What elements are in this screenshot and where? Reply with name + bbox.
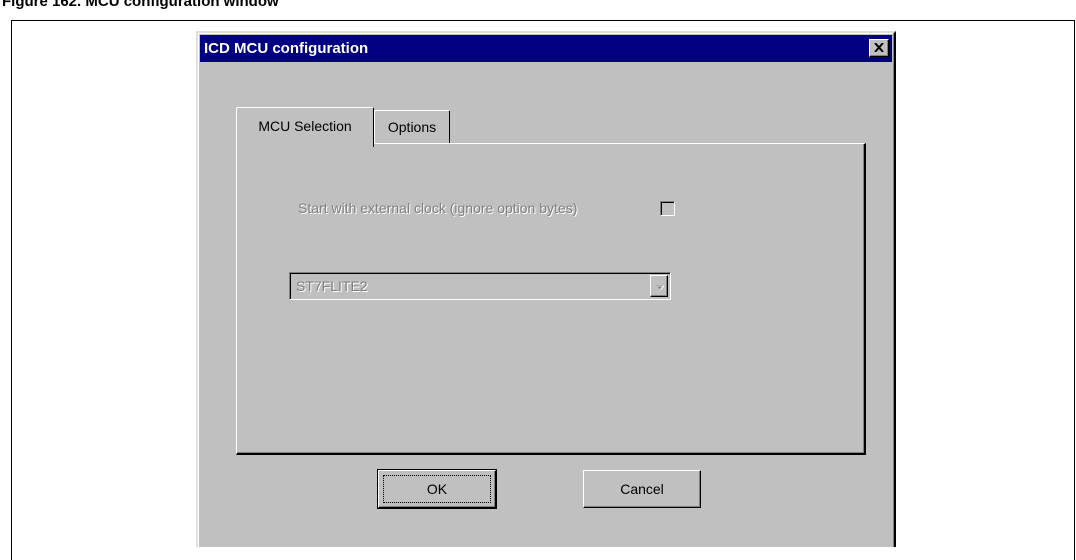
focus-rectangle bbox=[383, 475, 491, 503]
cancel-button[interactable]: Cancel bbox=[583, 470, 701, 508]
tab-panel-mcu-selection: Start with external clock (ignore option… bbox=[236, 143, 866, 455]
close-icon bbox=[874, 39, 884, 57]
mcu-select[interactable]: ST7FLITE2 bbox=[289, 272, 671, 300]
mcu-configuration-dialog: ICD MCU configuration MCU Selection Opti… bbox=[196, 31, 896, 547]
close-button[interactable] bbox=[869, 39, 889, 57]
external-clock-label: Start with external clock (ignore option… bbox=[298, 200, 578, 216]
tab-options[interactable]: Options bbox=[374, 110, 450, 143]
ok-button[interactable]: OK bbox=[377, 469, 497, 509]
tab-mcu-selection[interactable]: MCU Selection bbox=[236, 107, 374, 147]
tab-mcu-selection-label: MCU Selection bbox=[258, 118, 352, 134]
mcu-select-dropdown-button[interactable] bbox=[650, 275, 668, 297]
chevron-down-icon bbox=[655, 277, 665, 295]
external-clock-checkbox[interactable] bbox=[660, 201, 675, 216]
mcu-select-value: ST7FLITE2 bbox=[296, 278, 368, 294]
figure-caption: Figure 162. MCU configuration window bbox=[2, 0, 279, 10]
dialog-title: ICD MCU configuration bbox=[204, 40, 369, 57]
cancel-button-label: Cancel bbox=[620, 481, 664, 497]
dialog-titlebar[interactable]: ICD MCU configuration bbox=[200, 35, 892, 62]
tab-options-label: Options bbox=[387, 119, 437, 135]
